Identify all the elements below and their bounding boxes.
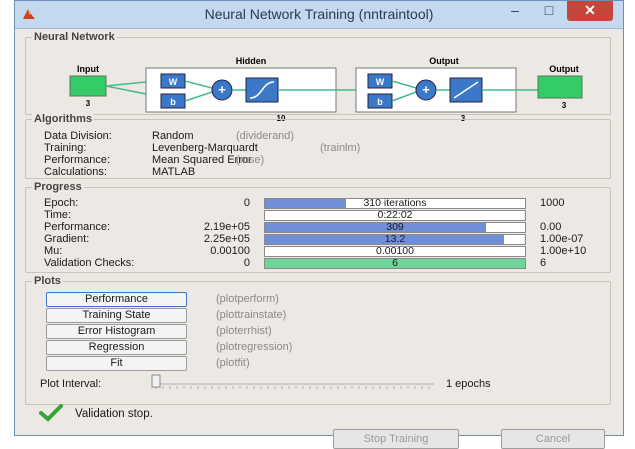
nntraintool-window: Neural Network Training (nntraintool) – …	[14, 0, 624, 449]
plot-interval-value: 1 epochs	[446, 378, 491, 390]
output-bias-label: b	[377, 97, 383, 107]
algo-function: (mse)	[236, 154, 265, 166]
checkmark-icon	[39, 404, 63, 422]
progress-end: 6	[540, 257, 547, 269]
plot-interval-label: Plot Interval:	[40, 378, 102, 390]
plot-function: (plottrainstate)	[216, 309, 287, 321]
progress-label: Mu:	[44, 245, 63, 257]
stop-training-button[interactable]: Stop Training	[333, 429, 459, 449]
progress-end: 0.00	[540, 221, 562, 233]
progress-start: 2.19e+05	[203, 221, 250, 233]
plot-function: (plotperform)	[216, 293, 279, 305]
output-weight-label: W	[376, 77, 385, 87]
hidden-weight-label: W	[169, 77, 178, 87]
progress-group: Progress Epoch: 0 310 iterations 1000 Time: 0…	[25, 181, 611, 273]
progress-bar: 0.00100	[264, 246, 526, 257]
progress-start: 0	[243, 197, 250, 209]
input-size: 3	[86, 99, 91, 108]
plot-function: (plotfit)	[216, 357, 250, 369]
output-layer-label: Output	[429, 56, 459, 66]
svg-text:+: +	[218, 82, 226, 97]
progress-bar: 13.2	[264, 234, 526, 245]
progress-bar: 309	[264, 222, 526, 233]
error-histogram-plot-button[interactable]: Error Histogram	[46, 324, 187, 339]
plot-function: (plotregression)	[216, 341, 293, 353]
progress-bar-text: 310 iterations	[363, 197, 427, 209]
algorithms-group: Algorithms Data Division: Random (dividera…	[25, 113, 611, 179]
progress-bar-text: 6	[392, 257, 398, 269]
output-block	[537, 75, 583, 99]
progress-start: 2.25e+05	[203, 233, 250, 245]
hidden-layer-label: Hidden	[236, 56, 267, 66]
algo-function: (trainlm)	[320, 142, 361, 154]
hidden-bias-label: b	[170, 97, 176, 107]
algo-label: Data Division:	[44, 130, 112, 142]
algo-function: (dividerand)	[236, 130, 295, 142]
progress-bar-text: 309	[386, 221, 404, 233]
algo-value: MATLAB	[152, 166, 196, 178]
progress-end: 1.00e-07	[540, 233, 584, 245]
status-text: Validation stop.	[75, 408, 153, 420]
plots-group: Plots Performance (plotperform) Training S…	[25, 275, 611, 405]
svg-text:+: +	[422, 82, 430, 97]
progress-start: 0.00100	[210, 245, 250, 257]
plot-function: (ploterrhist)	[216, 325, 272, 337]
progress-end: 1000	[540, 197, 565, 209]
output-size: 3	[562, 101, 567, 110]
plot-interval-slider[interactable]	[150, 374, 440, 390]
progress-bar-text: 0.00100	[376, 245, 414, 257]
fit-plot-button[interactable]: Fit	[46, 356, 187, 371]
title-bar: Neural Network Training (nntraintool) – …	[15, 1, 623, 29]
progress-start	[176, 209, 250, 221]
progress-bar-text: 0:22:02	[377, 209, 413, 221]
input-label: Input	[77, 64, 99, 74]
slider-thumb[interactable]	[151, 374, 161, 388]
progress-label: Epoch:	[44, 197, 79, 209]
progress-label: Performance:	[44, 221, 111, 233]
cancel-button[interactable]: Cancel	[501, 429, 605, 449]
algo-label: Calculations:	[44, 166, 107, 178]
algo-value: Levenberg-Marquardt	[152, 142, 258, 154]
progress-label: Gradient:	[44, 233, 90, 245]
training-state-plot-button[interactable]: Training State	[46, 308, 187, 323]
group-title-plots: Plots	[32, 275, 63, 287]
progress-label: Time:	[44, 209, 72, 221]
algo-label: Training:	[44, 142, 87, 154]
neural-network-group: Neural Network Input 3 Hidden W b + 10 O…	[25, 31, 611, 123]
output-label: Output	[549, 64, 579, 74]
progress-label: Validation Checks:	[44, 257, 135, 269]
progress-bar-text: 13.2	[384, 233, 406, 245]
progress-bar: 6	[264, 258, 526, 269]
maximize-button[interactable]: □	[535, 1, 563, 21]
network-diagram: Input 3 Hidden W b + 10 Output W b + 3 O…	[69, 56, 583, 123]
algo-label: Performance:	[44, 154, 111, 166]
minimize-button[interactable]: –	[501, 1, 529, 21]
regression-plot-button[interactable]: Regression	[46, 340, 187, 355]
close-button[interactable]: ✕	[567, 1, 613, 21]
progress-bar: 0:22:02	[264, 210, 526, 221]
group-title-algorithms: Algorithms	[32, 113, 95, 125]
performance-plot-button[interactable]: Performance	[46, 292, 187, 307]
progress-start: 0	[243, 257, 250, 269]
input-block	[69, 75, 107, 97]
window-title: Neural Network Training (nntraintool)	[204, 6, 434, 22]
algo-value: Random	[152, 130, 194, 142]
progress-bar: 310 iterations	[264, 198, 526, 209]
progress-end: 1.00e+10	[540, 245, 587, 257]
group-title-progress: Progress	[32, 181, 84, 193]
